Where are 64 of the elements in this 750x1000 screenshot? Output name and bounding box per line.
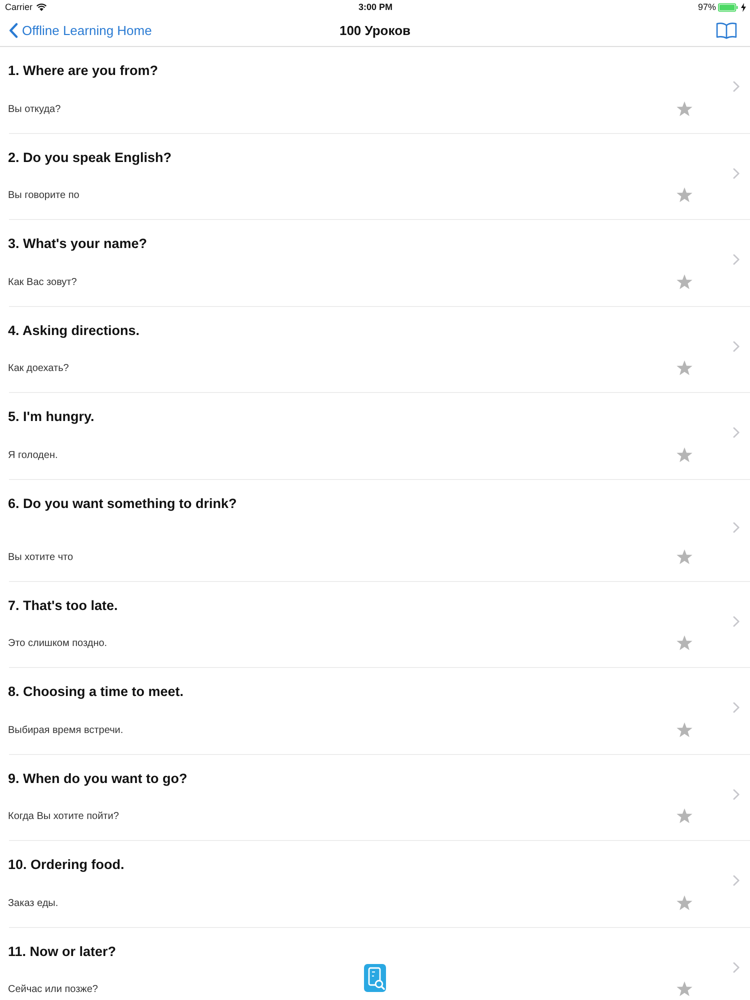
lesson-title: 8. Choosing a time to meet.	[8, 683, 184, 700]
lesson-row[interactable]: 3. What's your name? Как Вас зовут?	[9, 220, 750, 306]
lesson-subtitle: Сейчас или позже?	[8, 983, 98, 996]
lesson-row[interactable]: 7. That's too late. Это слишком поздно.	[9, 582, 750, 668]
chevron-icon	[733, 340, 740, 352]
lesson-row[interactable]: 5. I'm hungry. Я голоден.	[9, 393, 750, 480]
lesson-title: 2. Do you speak English?	[8, 148, 172, 166]
lesson-title: 5. I'm hungry.	[8, 408, 94, 425]
lesson-row[interactable]: 8. Choosing a time to meet. Выбирая время встречи.	[9, 668, 750, 754]
star-icon[interactable]	[676, 635, 693, 651]
chevron-icon	[733, 81, 740, 92]
lesson-subtitle: Я голоден.	[8, 448, 58, 462]
chevron-icon	[733, 962, 740, 973]
carrier-label: Carrier	[5, 2, 33, 12]
lesson-subtitle: Выбирая время встречи.	[8, 724, 124, 736]
lesson-row[interactable]: 1. Where are you from? Вы откуда?	[9, 47, 750, 134]
star-icon[interactable]	[676, 894, 693, 910]
star-icon[interactable]	[676, 100, 693, 116]
wifi-icon	[36, 3, 47, 11]
chevron-icon	[733, 254, 740, 266]
lesson-row[interactable]: 4. Asking directions. Как доехать?	[9, 306, 750, 393]
nav-title: 100 Уроков	[339, 22, 411, 38]
lesson-row[interactable]: 9. When do you want to go? Когда Вы хотите пойти?	[9, 754, 750, 841]
lesson-title: 11. Now or later?	[8, 942, 116, 960]
lesson-row[interactable]: 6. Do you want something to drink? Вы хотите что	[9, 480, 750, 582]
star-icon[interactable]	[676, 981, 693, 997]
chevron-icon	[733, 522, 740, 532]
chevron-icon	[733, 875, 740, 886]
star-icon[interactable]	[676, 808, 693, 824]
star-icon[interactable]	[676, 360, 693, 376]
lesson-title: 4. Asking directions.	[8, 322, 140, 338]
lesson-title: 1. Where are you from?	[8, 62, 158, 79]
lesson-subtitle: Это слишком поздно.	[8, 637, 108, 650]
star-icon[interactable]	[676, 722, 693, 738]
lesson-title: 6. Do you want something to drink?	[8, 494, 237, 512]
chevron-icon	[733, 702, 740, 714]
lesson-subtitle: Как доехать?	[8, 362, 69, 375]
star-icon[interactable]	[676, 274, 693, 290]
document-search-icon[interactable]	[364, 964, 386, 992]
lesson-subtitle: Когда Вы хотите пойти?	[8, 810, 119, 823]
lesson-title: 10. Ordering food.	[8, 856, 124, 873]
battery-percent: 97%	[698, 2, 716, 12]
chevron-icon	[733, 427, 740, 438]
lesson-subtitle: Как Вас зовут?	[8, 276, 77, 288]
lesson-title: 3. What's your name?	[8, 235, 147, 252]
lesson-row[interactable]: 10. Ordering food. Заказ еды.	[9, 841, 750, 928]
lesson-title: 7. That's too late.	[8, 596, 118, 614]
lesson-title: 9. When do you want to go?	[8, 770, 188, 786]
back-button[interactable]: Offline Learning Home	[9, 22, 152, 38]
lesson-subtitle: Заказ еды.	[8, 896, 58, 910]
lesson-subtitle: Вы говорите по	[8, 189, 80, 202]
status-time: 3:00 PM	[358, 2, 392, 12]
book-icon[interactable]	[716, 22, 737, 38]
back-chevron-icon	[9, 22, 18, 38]
lesson-row[interactable]: 2. Do you speak English? Вы говорите по	[9, 134, 750, 220]
battery-icon	[718, 2, 739, 12]
star-icon[interactable]	[676, 446, 693, 462]
chevron-icon	[733, 616, 740, 627]
lesson-subtitle: Вы хотите что	[8, 550, 74, 564]
star-icon[interactable]	[676, 548, 693, 564]
lesson-subtitle: Вы откуда?	[8, 102, 61, 116]
chevron-icon	[733, 788, 740, 800]
chevron-icon	[733, 168, 740, 179]
star-icon[interactable]	[676, 187, 693, 203]
